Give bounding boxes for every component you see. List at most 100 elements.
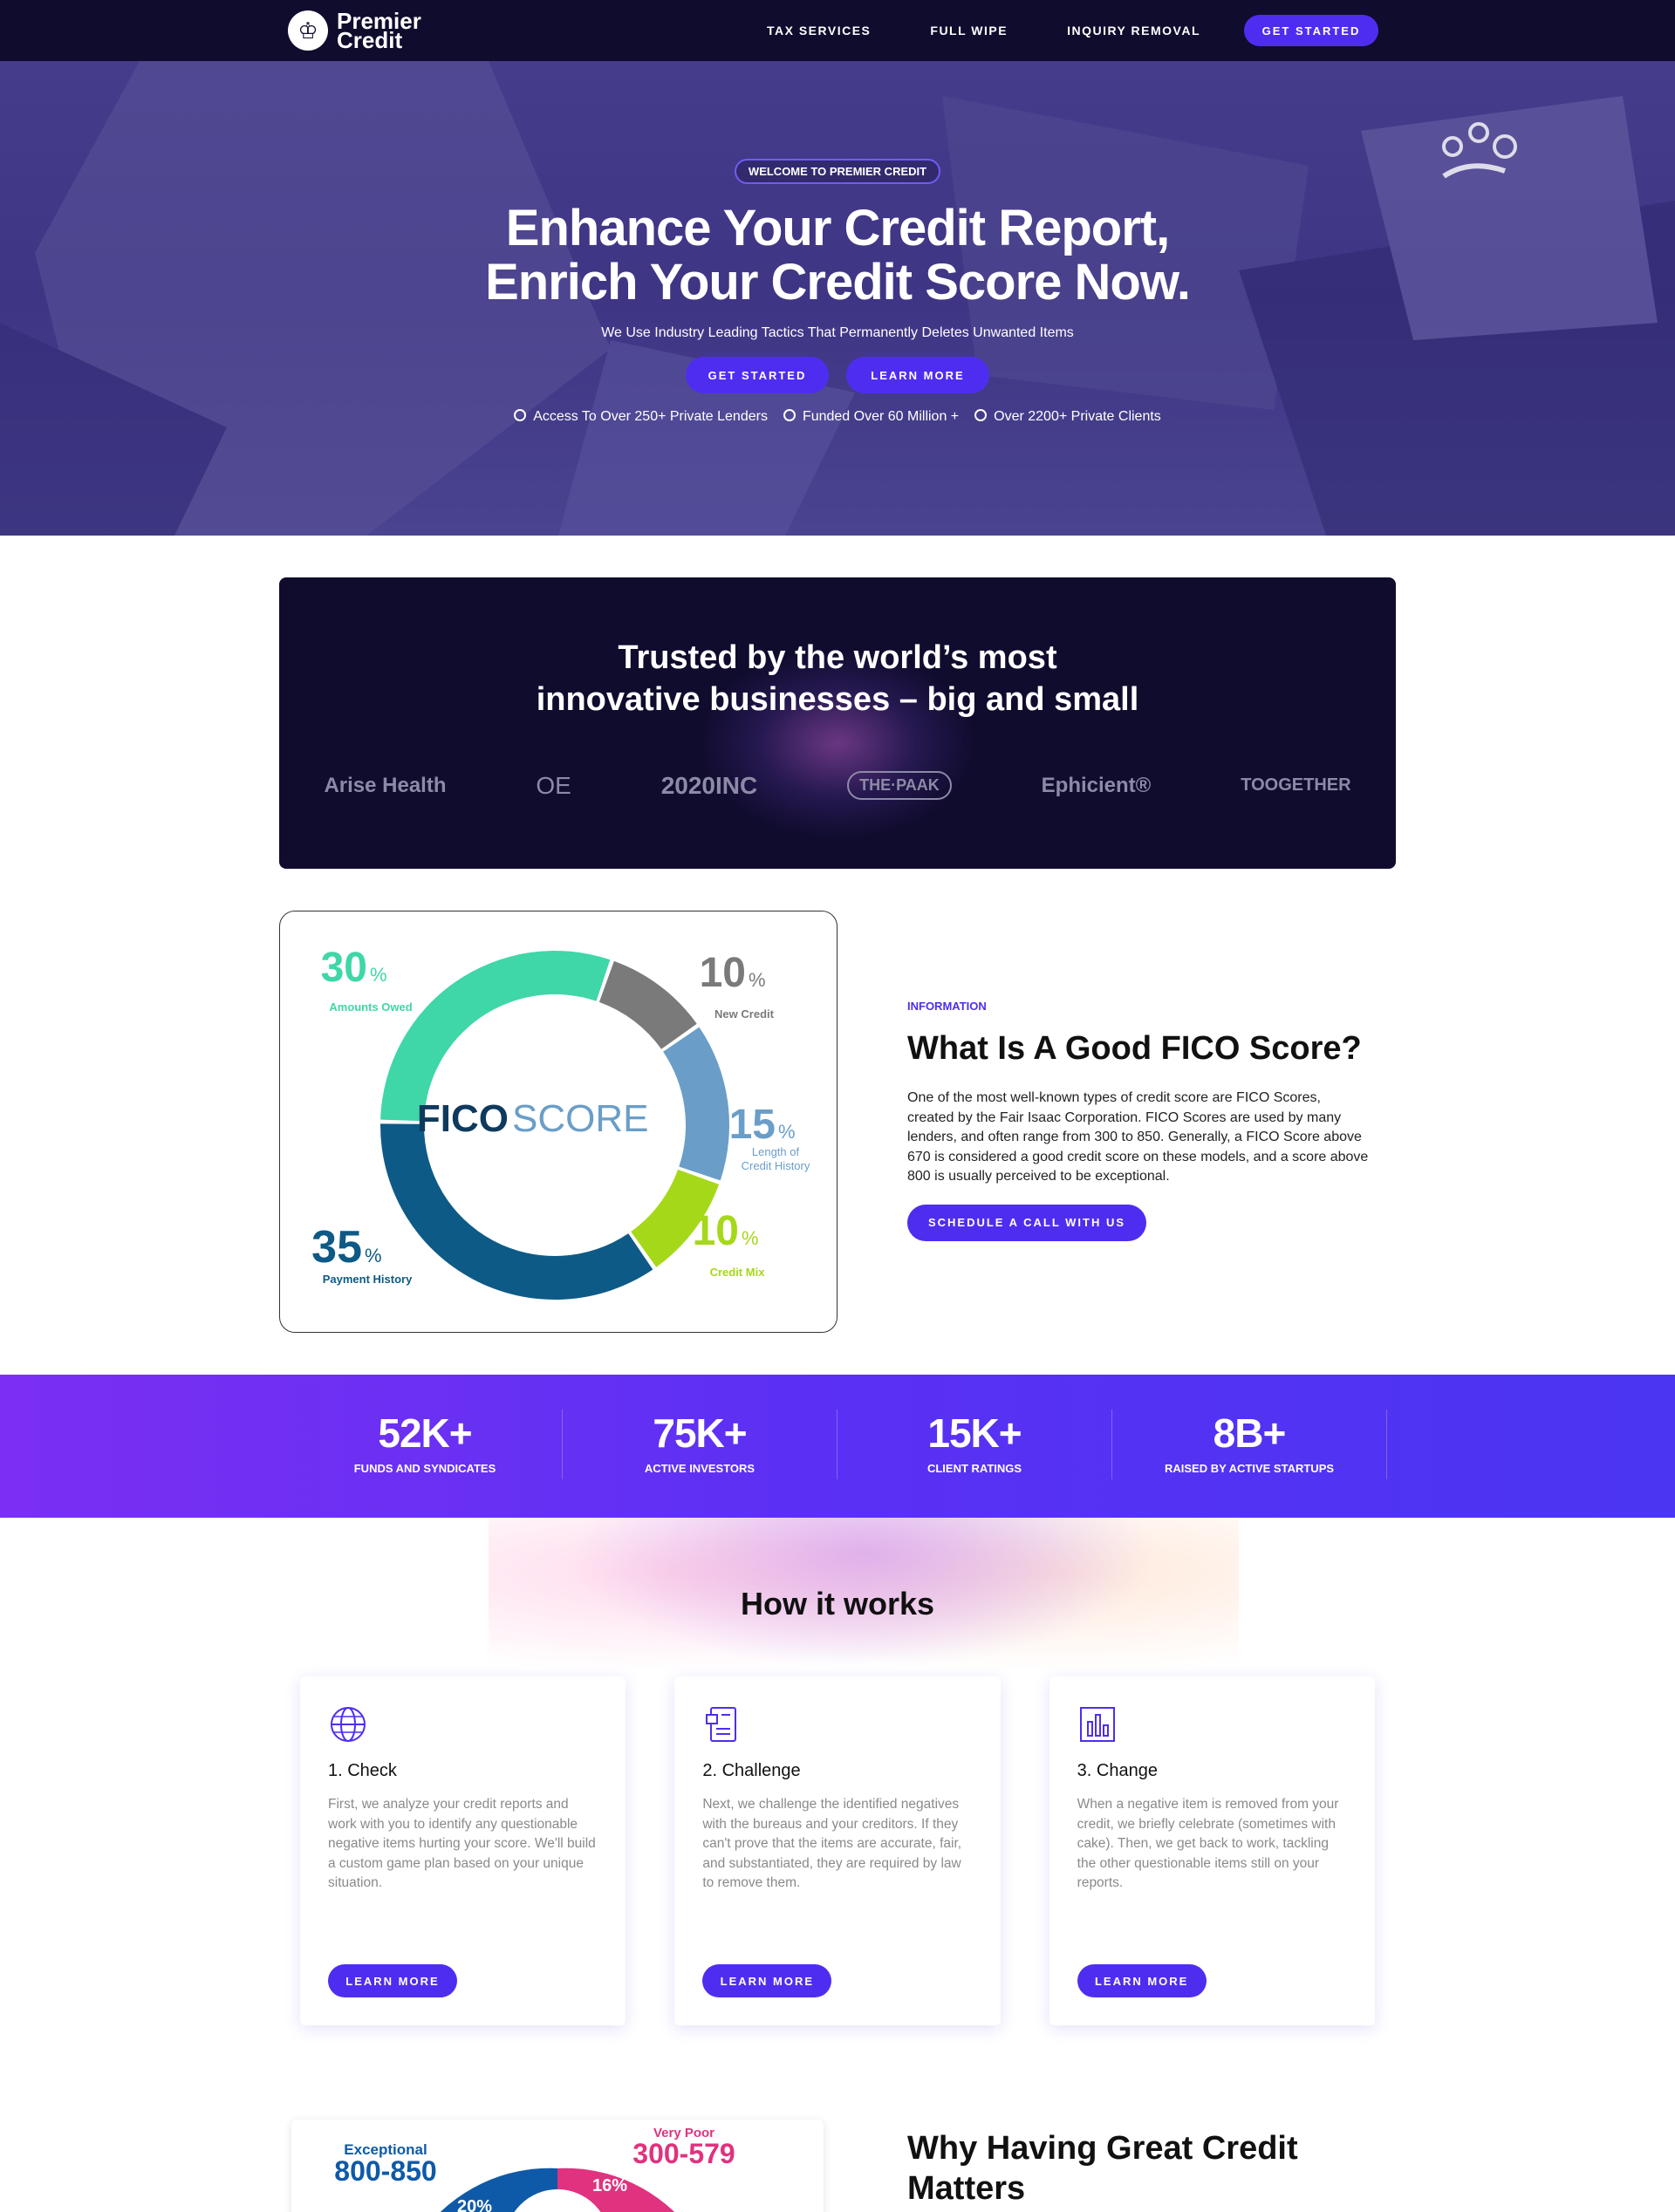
hero-title: Enhance Your Credit Report, Enrich Your … [0,201,1675,310]
stat-item: 75K+ ACTIVE INVESTORS [563,1410,838,1479]
stat-item: 8B+ RAISED BY ACTIVE STARTUPS [1112,1410,1387,1479]
gauge-right-range: 300-579 [632,2138,735,2169]
welcome-pill: WELCOME TO PREMIER CREDIT [734,159,941,184]
brand-toogether: TOOGETHER [1241,775,1351,795]
hero-title-line2: Enrich Your Credit Score Now. [485,254,1191,311]
label-new-credit: New Credit [714,1007,775,1021]
fico-center-light: SCORE [512,1097,648,1140]
pct-length-history: 15 [729,1102,776,1148]
how-title: How it works [740,1586,935,1621]
fico-center-bold: FICO [417,1097,509,1140]
label-credit-mix: Credit Mix [710,1266,766,1279]
label-length-history-2: Credit History [742,1159,810,1172]
globe-icon [331,1707,366,1742]
pct-sign: % [742,1227,759,1249]
pct-amounts-owed: 30 [321,945,367,991]
pct-payment-history: 35 [311,1222,362,1273]
hero-bullet-text: Access To Over 250+ Private Lenders [533,409,768,424]
pct-sign: % [365,1245,382,1266]
hero-buttons: GET STARTED LEARN MORE [0,357,1675,393]
hero-get-started-button[interactable]: GET STARTED [686,357,829,393]
hero-bullet-text: Funded Over 60 Million + [802,409,960,424]
check-circle-icon [514,409,527,421]
hero-bullet: Funded Over 60 Million + [783,409,959,425]
card-title: 2. Challenge [702,1761,801,1780]
credit-range-gauge: Exceptional 800-850 20% Very Poor 300-57… [334,2126,735,2212]
card-body: First, we analyze your credit reports an… [328,1797,596,1890]
hero-bullet-text: Over 2200+ Private Clients [994,409,1161,424]
trusted-title-line1: Trusted by the world’s most [618,639,1057,676]
pct-sign: % [749,969,766,991]
brand-ephicient: Ephicient® [1041,773,1152,797]
hero-content: WELCOME TO PREMIER CREDIT Enhance Your C… [0,61,1675,425]
credit-range-gauge-card: Exceptional 800-850 20% Very Poor 300-57… [291,2120,824,2212]
how-card-check: 1. Check First, we analyze your credit r… [300,1676,626,2025]
nav-link-inquiry-removal[interactable]: INQUIRY REMOVAL [1067,24,1200,38]
stats-row: 52K+ FUNDS AND SYNDICATES 75K+ ACTIVE IN… [288,1410,1387,1479]
pct-sign: % [370,964,387,986]
pct-sign: % [778,1121,796,1143]
stat-number: 8B+ [1213,1410,1287,1456]
arc-payment-history [380,1123,653,1300]
nav-link-tax-services[interactable]: TAX SERVICES [767,24,871,38]
lion-logo-icon: ♔ [288,10,328,51]
card-title: 3. Change [1077,1761,1158,1780]
trusted-section: Trusted by the world’s most innovative b… [279,577,1396,869]
nav-links: TAX SERVICES FULL WIPE INQUIRY REMOVAL G… [767,15,1378,46]
card-title: 1. Check [328,1761,397,1780]
fico-body: One of the most well-known types of cred… [907,1090,1369,1184]
logo[interactable]: ♔ Premier Credit [288,10,421,51]
stats-band: 52K+ FUNDS AND SYNDICATES 75K+ ACTIVE IN… [0,1375,1675,1518]
hero-learn-more-button[interactable]: LEARN MORE [846,357,989,393]
top-nav: ♔ Premier Credit TAX SERVICES FULL WIPE … [0,0,1675,61]
why-title-line1: Why Having Great Credit [907,2130,1298,2167]
nav-get-started-button[interactable]: GET STARTED [1244,15,1378,46]
how-card-challenge: 2. Challenge Next, we challenge the iden… [674,1676,1001,2025]
hero-bullet: Over 2200+ Private Clients [974,409,1161,425]
hero-title-line1: Enhance Your Credit Report, [505,200,1170,256]
arc-amounts-owed [380,951,611,1122]
schedule-call-button[interactable]: SCHEDULE A CALL WITH US [907,1204,1146,1241]
stat-number: 52K+ [378,1410,472,1456]
gauge-left-range: 800-850 [334,2155,436,2187]
bar-chart-icon [1079,1707,1115,1742]
brand-oe: OE [536,771,571,799]
fico-donut-chart: FICO SCORE 30 % Amounts Owed 10 % New Cr… [311,945,810,1300]
label-amounts-owed: Amounts Owed [329,1000,412,1014]
arc-new-credit [598,960,697,1049]
hero-bullets: Access To Over 250+ Private Lenders Fund… [0,409,1675,425]
nav-link-full-wipe[interactable]: FULL WIPE [930,24,1008,38]
stat-number: 15K+ [927,1410,1022,1456]
fico-chart-card: FICO SCORE 30 % Amounts Owed 10 % New Cr… [279,911,838,1333]
stat-number: 75K+ [653,1410,747,1456]
arc-length-history [663,1027,729,1181]
pct-new-credit: 10 [700,950,746,996]
hero-subtitle: We Use Industry Leading Tactics That Per… [601,325,1074,340]
check-circle-icon [783,409,796,421]
hero-bullet: Access To Over 250+ Private Lenders [514,409,768,425]
document-icon [706,1707,737,1742]
logo-text: Premier Credit [337,10,421,51]
stat-label: RAISED BY ACTIVE STARTUPS [1164,1462,1335,1475]
nav-inner: ♔ Premier Credit TAX SERVICES FULL WIPE … [288,10,1378,51]
stat-label: FUNDS AND SYNDICATES [353,1462,496,1475]
brand-the-paak: THE·PAAK [847,771,952,800]
stat-item: 52K+ FUNDS AND SYNDICATES [288,1410,563,1479]
check-circle-icon [974,409,988,421]
label-payment-history: Payment History [323,1273,413,1286]
hero: WELCOME TO PREMIER CREDIT Enhance Your C… [0,61,1675,536]
stat-label: CLIENT RATINGS [926,1462,1022,1475]
trusted-title: Trusted by the world’s most innovative b… [279,637,1396,720]
how-card-change: 3. Change When a negative item is remove… [1049,1676,1375,2025]
fico-info: INFORMATION What Is A Good FICO Score? O… [907,1000,1370,1241]
why-title: Why Having Great Credit Matters [907,2128,1298,2209]
brand-arise-health: Arise Health [324,773,447,797]
trusted-title-line2: innovative businesses – big and small [536,681,1139,718]
brand-2020inc: 2020INC [660,771,758,799]
card-learn-more-button[interactable]: LEARN MORE [702,1964,832,1997]
card-learn-more-button[interactable]: LEARN MORE [328,1964,457,1997]
label-length-history-1: Length of [752,1145,800,1158]
pct-credit-mix: 10 [693,1208,739,1254]
card-learn-more-button[interactable]: LEARN MORE [1077,1964,1207,1997]
fico-title: What Is A Good FICO Score? [907,1030,1362,1067]
